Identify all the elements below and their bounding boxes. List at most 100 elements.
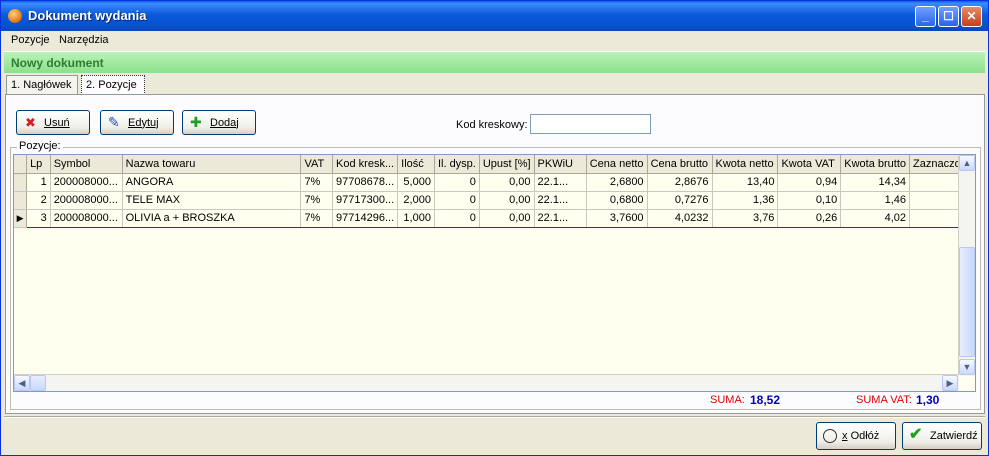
col-header[interactable]: Lp	[26, 155, 51, 174]
cell-qty: 1,000	[397, 208, 435, 228]
cell-net-amount: 3,76	[712, 208, 779, 228]
cell-pkwiu: 22.1...	[534, 173, 587, 192]
barcode-label: Kod kreskowy:	[456, 119, 528, 131]
close-icon: ✕	[966, 9, 977, 23]
banner-text: Nowy dokument	[11, 56, 104, 70]
row-indicator[interactable]	[14, 173, 28, 192]
col-header[interactable]: Ilość	[397, 155, 435, 174]
cell-barcode: 97708678...	[332, 173, 399, 192]
tab-pozycje[interactable]: 2. Pozycje	[81, 75, 145, 95]
confirm-button[interactable]: ✔ Zatwierdź	[902, 422, 982, 450]
table-row[interactable]: 2 200008000... TELE MAX 7% 97717300... 2…	[14, 191, 975, 210]
vertical-scroll-thumb[interactable]	[959, 247, 975, 357]
pozycje-panel: Usuń Edytuj Dodaj Kod kreskowy: Pozycje:	[5, 94, 985, 414]
check-icon: ✔	[909, 426, 923, 443]
window-title: Dokument wydania	[28, 8, 147, 23]
menu-bar: Pozycje Narzędzia	[3, 31, 986, 51]
cell-gross-price: 2,8676	[647, 173, 713, 192]
sum-label: SUMA:	[710, 394, 745, 406]
scroll-up-button[interactable]: ▲	[959, 155, 975, 171]
postpone-label: Odłóż	[850, 430, 880, 442]
cell-net-price: 0,6800	[586, 191, 648, 210]
barcode-input[interactable]	[530, 114, 651, 134]
current-row-arrow-icon[interactable]: ▶	[14, 209, 28, 228]
delete-icon	[23, 115, 39, 131]
scroll-right-button[interactable]: ▶	[942, 375, 958, 391]
cell-gross-amount: 1,46	[840, 191, 910, 210]
menu-pozycje[interactable]: Pozycje	[11, 34, 50, 46]
col-header[interactable]: Cena netto	[586, 155, 648, 174]
col-header[interactable]: Kwota brutto	[840, 155, 910, 174]
tab-naglowek[interactable]: 1. Nagłówek	[6, 75, 78, 95]
col-header[interactable]: Symbol	[50, 155, 123, 174]
scroll-down-button[interactable]: ▼	[959, 359, 975, 375]
col-header[interactable]: VAT	[300, 155, 334, 174]
clock-icon	[823, 429, 837, 443]
cell-vat: 7%	[300, 208, 334, 228]
minimize-button[interactable]: _	[915, 6, 936, 27]
cell-gross-amount: 4,02	[840, 208, 910, 228]
group-label: Pozycje:	[17, 140, 63, 152]
title-bar[interactable]: Dokument wydania _ ☐ ✕	[1, 1, 988, 31]
add-button[interactable]: Dodaj	[182, 110, 256, 135]
summary-bar: SUMA: 18,52 SUMA VAT: 1,30	[13, 393, 976, 408]
footer-divider	[4, 416, 985, 418]
sum-value: 18,52	[750, 393, 781, 407]
cell-lp: 1	[26, 173, 51, 192]
cell-pkwiu: 22.1...	[534, 208, 587, 228]
cell-gross-price: 0,7276	[647, 191, 713, 210]
confirm-label: Zatwierdź	[930, 430, 978, 442]
edit-label: Edytuj	[128, 116, 159, 129]
table-row-selected[interactable]: ▶ 3 200008000... OLIVIA a + BROSZKA 7% 9…	[14, 208, 975, 228]
cell-avail: 0	[434, 191, 480, 210]
status-banner: Nowy dokument	[4, 51, 985, 73]
table-row[interactable]: 1 200008000... ANGORA 7% 97708678... 5,0…	[14, 173, 975, 192]
col-header[interactable]: Kwota VAT	[777, 155, 842, 174]
horizontal-scrollbar[interactable]: ◀ ▶	[14, 374, 959, 391]
app-icon	[8, 9, 22, 23]
col-header[interactable]: Kwota netto	[712, 155, 779, 174]
cell-discount: 0,00	[479, 173, 535, 192]
delete-button[interactable]: Usuń	[16, 110, 90, 135]
col-header[interactable]: Cena brutto	[647, 155, 713, 174]
cell-vat: 7%	[300, 191, 334, 210]
cell-gross-price: 4,0232	[647, 208, 713, 228]
cell-avail: 0	[434, 173, 480, 192]
grid-header-row: Lp Symbol Nazwa towaru VAT Kod kresk... …	[14, 155, 975, 174]
positions-table: Lp Symbol Nazwa towaru VAT Kod kresk... …	[14, 155, 975, 228]
cell-net-amount: 1,36	[712, 191, 779, 210]
col-header[interactable]: PKWiU	[534, 155, 587, 174]
cell-pkwiu: 22.1...	[534, 191, 587, 210]
maximize-button[interactable]: ☐	[938, 6, 959, 27]
cell-net-price: 3,7600	[586, 208, 648, 228]
cell-discount: 0,00	[479, 191, 535, 210]
header-indicator	[14, 155, 28, 174]
row-indicator[interactable]	[14, 191, 28, 210]
add-icon	[189, 114, 205, 131]
scroll-left-button[interactable]: ◀	[14, 375, 30, 391]
postpone-prefix: x	[842, 430, 848, 442]
cell-discount: 0,00	[479, 208, 535, 228]
cell-avail: 0	[434, 208, 480, 228]
close-button[interactable]: ✕	[961, 6, 982, 27]
col-header[interactable]: Kod kresk...	[332, 155, 399, 174]
edit-button[interactable]: Edytuj	[100, 110, 174, 135]
cell-name: ANGORA	[122, 173, 302, 192]
col-header[interactable]: Il. dysp.	[434, 155, 480, 174]
cell-qty: 2,000	[397, 191, 435, 210]
cell-net-price: 2,6800	[586, 173, 648, 192]
col-header[interactable]: Upust [%]	[479, 155, 535, 174]
postpone-button[interactable]: x Odłóż	[816, 422, 896, 450]
positions-grid[interactable]: Lp Symbol Nazwa towaru VAT Kod kresk... …	[13, 154, 976, 392]
cell-lp: 3	[26, 208, 51, 228]
horizontal-scroll-thumb[interactable]	[30, 375, 46, 391]
col-header[interactable]: Nazwa towaru	[122, 155, 302, 174]
cell-vat-amount: 0,10	[777, 191, 842, 210]
vertical-scrollbar[interactable]: ▲ ▼	[958, 155, 975, 376]
cell-vat-amount: 0,94	[777, 173, 842, 192]
cell-net-amount: 13,40	[712, 173, 779, 192]
main-window: Dokument wydania _ ☐ ✕ Pozycje Narzędzia…	[0, 0, 989, 456]
menu-narzedzia[interactable]: Narzędzia	[59, 34, 109, 46]
cell-name: OLIVIA a + BROSZKA	[122, 208, 302, 228]
cell-barcode: 97717300...	[332, 191, 399, 210]
